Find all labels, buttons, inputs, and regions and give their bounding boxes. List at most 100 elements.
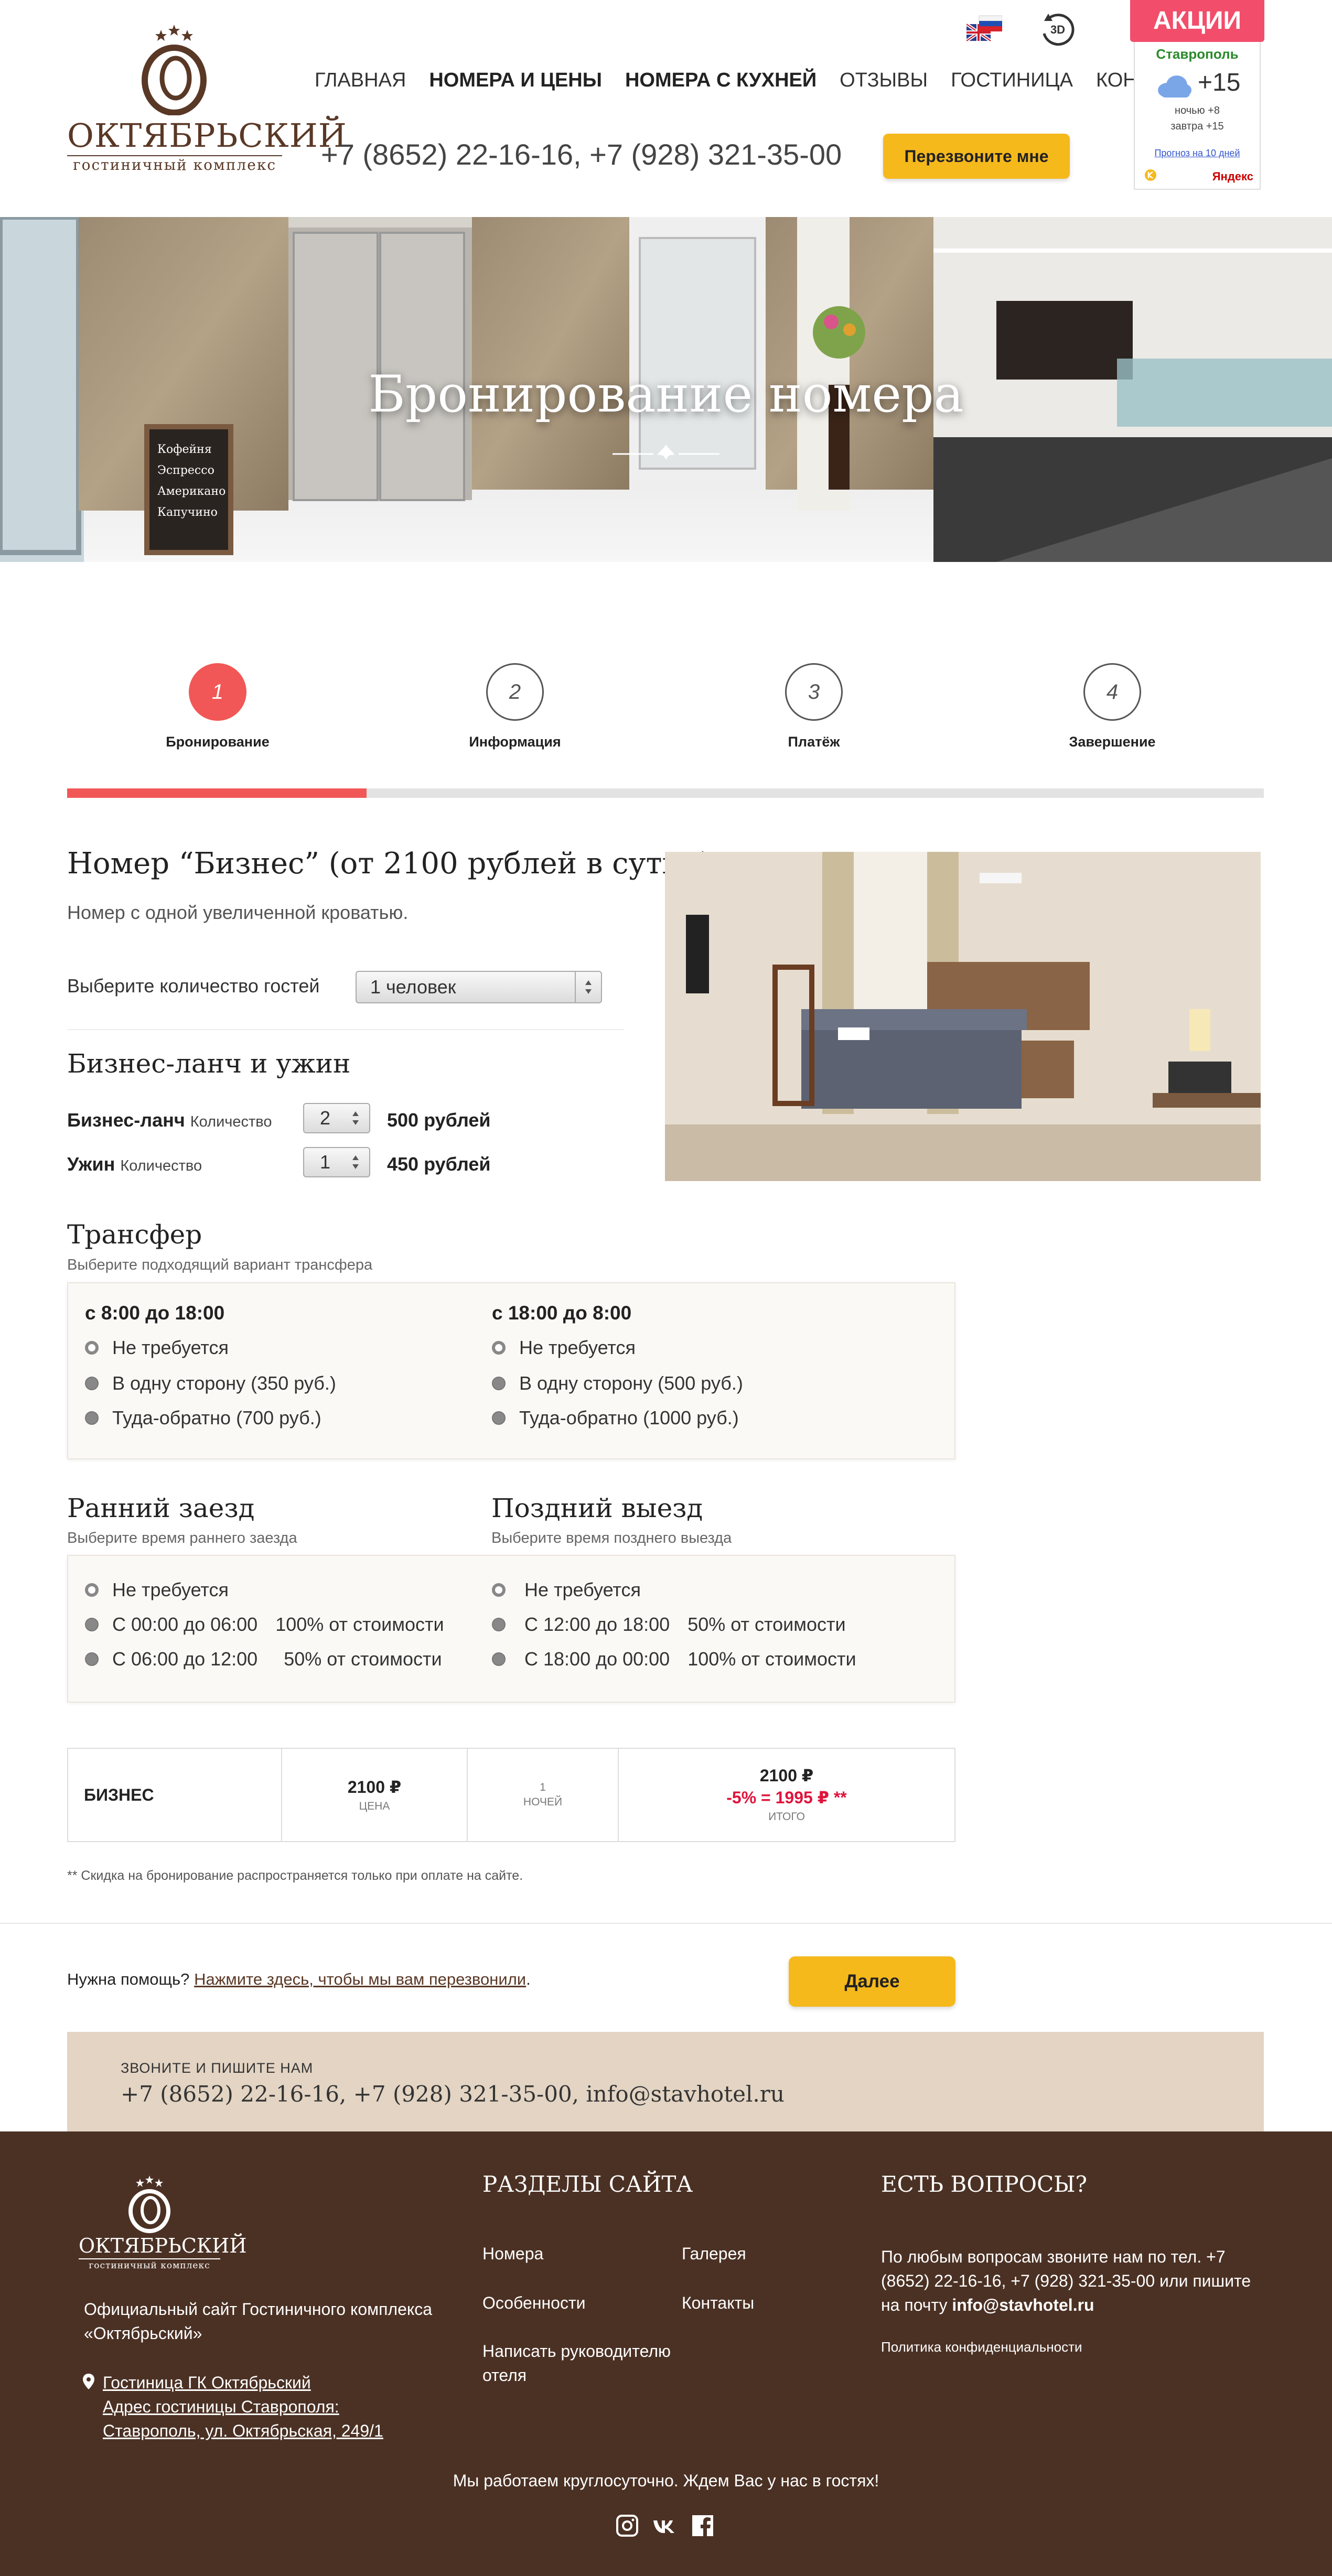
meal-qty-word: Количество xyxy=(190,1113,272,1130)
footer-link-rooms[interactable]: Номера xyxy=(482,2242,543,2266)
nav-rooms-kitchen[interactable]: НОМЕРА С КУХНЕЙ xyxy=(625,69,817,92)
logo-rings-icon[interactable] xyxy=(139,24,210,115)
guests-select[interactable]: 1 человек xyxy=(356,971,602,1003)
footer-logo-subtitle: гостиничный комплекс xyxy=(79,2258,220,2271)
next-button[interactable]: Далее xyxy=(789,1956,955,2007)
promo-badge[interactable]: АКЦИИ xyxy=(1130,0,1264,42)
late-option-18-0[interactable]: С 18:00 до 00:00 100% от стоимости xyxy=(492,1648,856,1670)
radio[interactable] xyxy=(492,1411,506,1425)
cloud-icon xyxy=(1158,75,1191,98)
footer-link-gallery[interactable]: Галерея xyxy=(682,2242,746,2266)
footer-link-write-manager[interactable]: Написать руководителю отеля xyxy=(482,2339,671,2387)
radio[interactable] xyxy=(85,1411,99,1425)
transfer-night-option-roundtrip[interactable]: Туда-обратно (1000 руб.) xyxy=(492,1407,739,1429)
transfer-night-title: с 18:00 до 8:00 xyxy=(492,1302,632,1324)
vk-icon[interactable] xyxy=(652,2514,675,2537)
meals-heading: Бизнес-ланч и ужин xyxy=(67,1048,351,1079)
early-checkin-heading: Ранний заезд xyxy=(67,1493,255,1523)
footer-questions-text: По любым вопросам звоните нам по тел. +7… xyxy=(881,2245,1259,2317)
radio-selected[interactable] xyxy=(85,1583,99,1597)
tour-3d-label: 3D xyxy=(1050,23,1065,36)
early-option-0-6[interactable]: С 00:00 до 06:00 100% от стоимости xyxy=(85,1614,444,1636)
step-4-label: Завершение xyxy=(1069,734,1156,750)
radio[interactable] xyxy=(492,1652,506,1666)
stepper-arrows-icon xyxy=(343,1148,369,1176)
transfer-day-option-oneway[interactable]: В одну сторону (350 руб.) xyxy=(85,1372,336,1394)
svg-text:Американо: Американо xyxy=(157,485,225,498)
radio[interactable] xyxy=(85,1652,99,1666)
summary-total-discount: -5% = 1995 ₽ ** xyxy=(726,1788,847,1807)
divider xyxy=(67,1029,624,1030)
footer-link-features[interactable]: Особенности xyxy=(482,2291,585,2315)
dinner-qty-stepper[interactable]: 1 xyxy=(303,1147,370,1177)
radio-selected[interactable] xyxy=(492,1341,506,1355)
questions-email[interactable]: info@stavhotel.ru xyxy=(952,2296,1094,2314)
footer-logo-name[interactable]: ОКТЯБРЬСКИЙ xyxy=(79,2234,246,2257)
step-2-circle[interactable]: 2 xyxy=(486,663,544,721)
option-label: Не требуется xyxy=(519,1337,636,1358)
summary-total-old: 2100 ₽ xyxy=(759,1766,814,1785)
guests-label: Выберите количество гостей xyxy=(67,975,320,997)
nav-home[interactable]: ГЛАВНАЯ xyxy=(315,69,406,92)
transfer-day-option-roundtrip[interactable]: Туда-обратно (700 руб.) xyxy=(85,1407,321,1429)
tour-3d-icon[interactable]: 3D xyxy=(1037,9,1079,51)
summary-price-cell: 2100 ₽ ЦЕНА xyxy=(282,1749,468,1841)
footer-link-contacts[interactable]: Контакты xyxy=(682,2291,754,2315)
radio[interactable] xyxy=(85,1377,99,1390)
option-label: С 00:00 до 06:00 xyxy=(112,1614,258,1635)
callback-link[interactable]: Нажмите здесь, чтобы мы вам перезвонили xyxy=(194,1970,526,1988)
transfer-options: с 8:00 до 18:00 Не требуется В одну стор… xyxy=(67,1282,955,1459)
select-arrows-icon xyxy=(575,972,601,1002)
transfer-night-option-oneway[interactable]: В одну сторону (500 руб.) xyxy=(492,1372,743,1394)
radio[interactable] xyxy=(492,1377,506,1390)
late-option-none[interactable]: Не требуется xyxy=(492,1579,641,1601)
instagram-icon[interactable] xyxy=(616,2514,639,2537)
option-label: В одну сторону (500 руб.) xyxy=(519,1372,743,1394)
transfer-heading: Трансфер xyxy=(67,1219,202,1250)
early-option-6-12[interactable]: С 06:00 до 12:00 50% от стоимости xyxy=(85,1648,442,1670)
weather-forecast-link[interactable]: Прогноз на 10 дней xyxy=(1135,148,1260,159)
nav-reviews[interactable]: ОТЗЫВЫ xyxy=(840,69,928,92)
late-checkout-heading: Поздний выезд xyxy=(491,1493,703,1523)
address-line: Ставрополь, ул. Октябрьская, 249/1 xyxy=(103,2421,383,2440)
transfer-night-option-none[interactable]: Не требуется xyxy=(492,1337,636,1359)
transfer-day-option-none[interactable]: Не требуется xyxy=(85,1337,229,1359)
guests-select-value: 1 человек xyxy=(370,976,456,998)
summary-nights-label: НОЧЕЙ xyxy=(523,1796,563,1808)
header-phones[interactable]: +7 (8652) 22-16-16, +7 (928) 321-35-00 xyxy=(321,137,842,171)
footer-address[interactable]: Гостиница ГК Октябрьский Адрес гостиницы… xyxy=(103,2371,470,2443)
svg-text:Эспрессо: Эспрессо xyxy=(157,464,214,477)
step-1-circle[interactable]: 1 xyxy=(189,663,246,721)
help-prefix: Нужна помощь? xyxy=(67,1970,190,1988)
lunch-qty-stepper[interactable]: 2 xyxy=(303,1103,370,1133)
nav-hotel[interactable]: ГОСТИНИЦА xyxy=(951,69,1073,92)
meal-name: Ужин xyxy=(67,1153,115,1175)
logo-subtitle: гостиничный комплекс xyxy=(72,156,277,174)
weather-night: ночью +8 xyxy=(1175,105,1220,116)
language-flag-icon[interactable] xyxy=(966,15,1002,46)
step-3-circle[interactable]: 3 xyxy=(785,663,843,721)
step-4-circle[interactable]: 4 xyxy=(1083,663,1141,721)
option-cost: 50% от стоимости xyxy=(688,1614,846,1635)
early-option-none[interactable]: Не требуется xyxy=(85,1579,229,1601)
lunch-qty-value: 2 xyxy=(320,1107,331,1129)
radio[interactable] xyxy=(492,1618,506,1631)
site-header: ОКТЯБРЬСКИЙ гостиничный комплекс ГЛАВНАЯ… xyxy=(0,0,1332,217)
weather-temp: +15 xyxy=(1198,69,1241,96)
room-photo xyxy=(665,852,1261,1181)
facebook-icon[interactable] xyxy=(691,2514,714,2537)
callback-button[interactable]: Перезвоните мне xyxy=(883,134,1070,179)
logo-name[interactable]: ОКТЯБРЬСКИЙ xyxy=(67,116,347,155)
map-pin-icon xyxy=(83,2374,94,2389)
privacy-policy-link[interactable]: Политика конфиденциальности xyxy=(881,2339,1082,2355)
address-line: Гостиница ГК Октябрьский xyxy=(103,2373,311,2392)
contact-band-text[interactable]: +7 (8652) 22-16-16, +7 (928) 321-35-00, … xyxy=(121,2081,785,2107)
radio-selected[interactable] xyxy=(85,1341,99,1355)
radio-selected[interactable] xyxy=(492,1583,506,1597)
checkin-checkout-options: Не требуется С 00:00 до 06:00 100% от сто… xyxy=(67,1555,955,1703)
stepper-arrows-icon xyxy=(343,1104,369,1132)
late-option-12-18[interactable]: С 12:00 до 18:00 50% от стоимости xyxy=(492,1614,846,1636)
nav-rooms-prices[interactable]: НОМЕРА И ЦЕНЫ xyxy=(429,69,602,92)
footer-logo-icon[interactable] xyxy=(126,2175,173,2233)
radio[interactable] xyxy=(85,1618,99,1631)
